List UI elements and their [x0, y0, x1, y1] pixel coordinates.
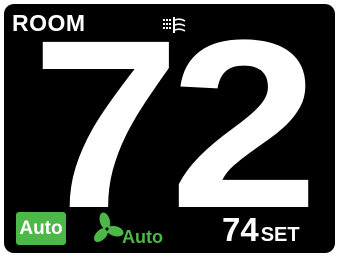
- mode-button[interactable]: Auto: [16, 212, 66, 245]
- current-temperature: 72: [31, 4, 319, 253]
- setpoint-label: SET: [260, 224, 300, 246]
- thermostat-screen: ROOM 72 Auto Auto 74 SET: [4, 4, 335, 253]
- setpoint-button[interactable]: 74 SET: [222, 210, 300, 250]
- fan-icon: [94, 212, 124, 242]
- fan-mode-label: Auto: [122, 227, 163, 247]
- fan-button[interactable]: Auto: [90, 212, 174, 248]
- setpoint-value: 74: [222, 211, 259, 248]
